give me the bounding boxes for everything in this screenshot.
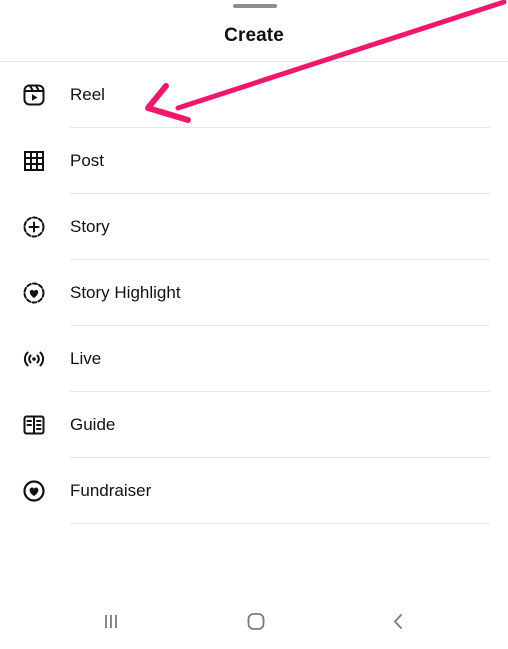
story-highlight-icon: [22, 281, 46, 305]
menu-item-label: Guide: [70, 415, 116, 434]
grid-icon: [22, 149, 46, 173]
drag-handle[interactable]: [233, 4, 277, 8]
menu-item-label: Live: [70, 349, 102, 368]
create-bottom-sheet: Create Reel Post Story Story Highlight L…: [0, 0, 508, 649]
reel-icon: [22, 83, 46, 107]
sheet-title: Create: [224, 25, 284, 46]
guide-book-icon: [22, 413, 46, 437]
fundraiser-heart-icon: [22, 479, 46, 503]
menu-item-guide[interactable]: Guide: [0, 392, 508, 458]
menu-item-post[interactable]: Post: [0, 128, 508, 194]
menu-item-fundraiser[interactable]: Fundraiser: [0, 458, 508, 524]
menu-item-label: Fundraiser: [70, 481, 152, 500]
menu-item-label: Reel: [70, 85, 105, 104]
menu-item-label: Story: [70, 217, 110, 236]
recent-apps-button[interactable]: [91, 606, 131, 636]
menu-item-live[interactable]: Live: [0, 326, 508, 392]
menu-item-label: Story Highlight: [70, 283, 181, 302]
back-icon: [394, 614, 402, 629]
home-icon: [247, 613, 265, 630]
menu-item-label: Post: [70, 151, 105, 170]
system-navigation-bar: [0, 596, 508, 649]
back-button[interactable]: [378, 606, 418, 636]
menu-item-reel[interactable]: Reel: [0, 62, 508, 128]
menu-item-story-highlight[interactable]: Story Highlight: [0, 260, 508, 326]
recent-apps-icon: [105, 615, 117, 628]
live-icon: [22, 347, 46, 371]
home-button[interactable]: [236, 606, 276, 636]
create-menu: Reel Post Story Story Highlight Live Gui…: [0, 62, 508, 524]
menu-divider: [70, 523, 490, 524]
menu-item-story[interactable]: Story: [0, 194, 508, 260]
story-add-icon: [22, 215, 46, 239]
